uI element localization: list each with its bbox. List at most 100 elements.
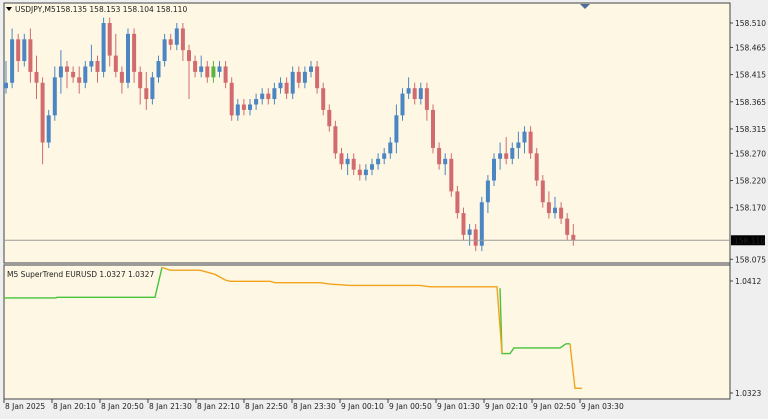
candle-body xyxy=(516,142,521,148)
candle-body xyxy=(132,33,137,72)
candle-body xyxy=(479,202,484,246)
candle-body xyxy=(315,66,320,89)
ohlc-label: 158.135 158.153 158.104 158.110 xyxy=(56,5,187,14)
time-tick-label: 9 Jan 01:30 xyxy=(437,402,480,411)
candle-body xyxy=(431,109,435,148)
time-tick-label: 9 Jan 02:10 xyxy=(485,402,528,411)
candle-body xyxy=(357,169,362,176)
candle-body xyxy=(174,28,179,45)
price-tick-label: 158.170 xyxy=(735,204,766,213)
candle-body xyxy=(510,147,515,159)
candle-body xyxy=(77,77,82,83)
candle-body xyxy=(522,131,527,143)
candle-body xyxy=(65,66,69,72)
time-tick-label: 8 Jan 22:10 xyxy=(197,402,240,411)
candle-body xyxy=(400,93,405,116)
current-price-label: 158.110 xyxy=(734,236,765,245)
candle-body xyxy=(412,88,417,100)
time-tick-label: 8 Jan 20:50 xyxy=(101,402,144,411)
candle-body xyxy=(571,234,576,241)
main-panel-background xyxy=(3,2,731,264)
candle-body xyxy=(302,71,307,83)
candle-body xyxy=(107,23,112,56)
time-tick-label: 8 Jan 22:50 xyxy=(245,402,288,411)
candle-body xyxy=(345,158,350,165)
price-tick-label: 158.365 xyxy=(735,98,766,107)
candle-body xyxy=(467,229,472,235)
candle-body xyxy=(540,180,545,203)
candle-body xyxy=(144,88,149,100)
time-tick-label: 8 Jan 21:30 xyxy=(149,402,192,411)
candle-body xyxy=(485,180,490,203)
candle-body xyxy=(254,99,259,105)
candle-body xyxy=(52,77,57,116)
indicator-price-axis: 1.0412 1.0323 xyxy=(730,277,761,398)
candle-body xyxy=(363,169,368,176)
candle-body xyxy=(290,71,295,94)
time-tick-label: 9 Jan 00:50 xyxy=(389,402,432,411)
price-tick-label: 158.220 xyxy=(735,177,766,186)
candle-body xyxy=(333,126,338,154)
candle-body xyxy=(351,158,356,170)
chart-window[interactable]: 158.110 USDJPY,M5 158.135 158.153 158.10… xyxy=(0,0,768,415)
candle-body xyxy=(217,66,222,72)
candle-body xyxy=(260,93,265,100)
candle-body xyxy=(235,104,240,116)
candle-body xyxy=(22,39,27,62)
candle-body xyxy=(498,153,503,159)
candle-body xyxy=(309,66,313,72)
candle-body xyxy=(113,55,118,72)
candle-body xyxy=(168,39,173,45)
candle-body xyxy=(321,88,326,110)
candle-body xyxy=(559,207,564,219)
price-tick-label: 158.465 xyxy=(735,43,766,52)
candle-body xyxy=(388,142,393,154)
candle-body xyxy=(437,147,442,165)
candle-body xyxy=(187,50,191,62)
candle-body xyxy=(71,71,76,78)
candle-body xyxy=(211,66,216,78)
candle-body xyxy=(241,104,246,110)
candle-body xyxy=(223,66,228,83)
candle-body xyxy=(16,39,21,62)
candle-body xyxy=(565,218,570,235)
candle-body xyxy=(327,109,332,127)
time-tick-label: 8 Jan 2025 xyxy=(5,402,45,411)
symbol-label: USDJPY,M5 xyxy=(15,5,56,14)
chart-canvas[interactable]: 158.110 USDJPY,M5 158.135 158.153 158.10… xyxy=(0,0,768,415)
candle-body xyxy=(278,82,283,89)
candle-body xyxy=(339,153,344,165)
indicator-tick-label: 1.0323 xyxy=(735,389,761,398)
candle-body xyxy=(382,153,387,159)
candle-body xyxy=(58,66,63,78)
indicator-label: M5 SuperTrend EURUSD 1.0327 1.0327 xyxy=(7,270,154,279)
candle-body xyxy=(193,61,198,72)
candle-body xyxy=(455,191,460,214)
candle-body xyxy=(126,33,130,83)
candle-body xyxy=(272,88,277,100)
candle-body xyxy=(46,115,51,143)
price-tick-label: 158.415 xyxy=(735,71,766,80)
candle-body xyxy=(199,66,204,72)
candle-body xyxy=(101,23,106,72)
time-axis: 8 Jan 2025 8 Jan 20:10 8 Jan 20:50 8 Jan 21… xyxy=(3,399,624,411)
price-tick-label: 158.075 xyxy=(735,255,766,264)
candle-body xyxy=(229,82,234,116)
price-tick-label: 158.510 xyxy=(735,19,766,28)
time-tick-label: 9 Jan 00:10 xyxy=(341,402,384,411)
candle-body xyxy=(138,71,143,89)
time-tick-label: 8 Jan 23:30 xyxy=(293,402,336,411)
candle-body xyxy=(534,153,539,181)
candle-body xyxy=(394,115,399,143)
candle-body xyxy=(119,71,124,83)
candle-body xyxy=(150,77,155,100)
price-tick-label: 158.315 xyxy=(735,125,766,134)
candle-body xyxy=(418,88,423,100)
candle-body xyxy=(449,158,454,192)
candle-body xyxy=(40,82,45,143)
candle-body xyxy=(248,104,252,110)
candle-body xyxy=(553,207,557,214)
candle-body xyxy=(473,229,478,246)
candle-body xyxy=(370,164,374,170)
candle-body xyxy=(443,158,448,165)
